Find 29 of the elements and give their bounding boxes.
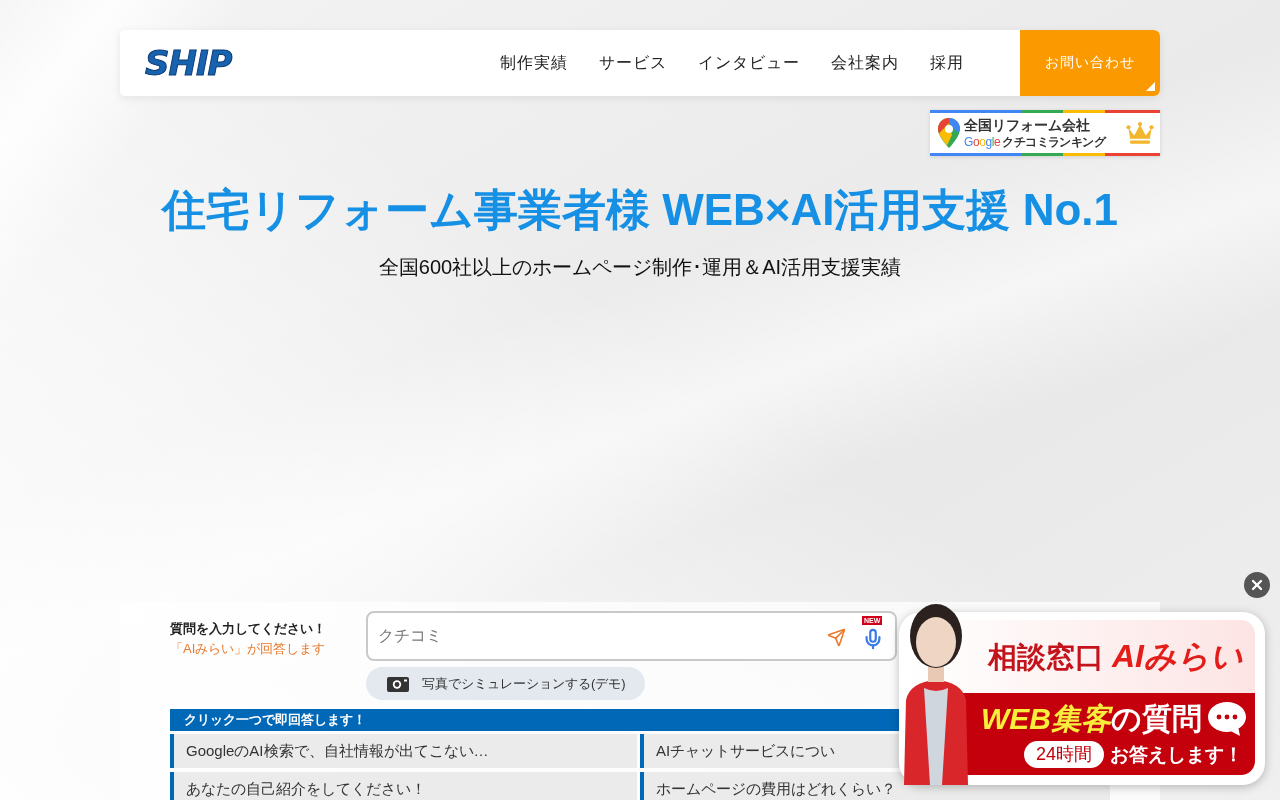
microphone-icon[interactable] xyxy=(862,628,884,650)
nav-link[interactable]: 採用 xyxy=(930,52,964,74)
banner-tagline: お答えします！ xyxy=(1110,742,1243,767)
camera-icon xyxy=(387,675,409,692)
chat-bubble-icon xyxy=(1207,701,1247,737)
badge-title: 全国リフォーム会社 xyxy=(964,116,1091,134)
send-icon[interactable] xyxy=(827,628,846,647)
nav-link[interactable]: インタビュー xyxy=(698,52,800,74)
quick-question[interactable]: GoogleのAI検索で、自社情報が出てこない… xyxy=(170,734,637,768)
close-icon xyxy=(1249,577,1265,593)
chat-note: 「AIみらい」が回答します xyxy=(170,640,327,658)
crown-icon xyxy=(1126,121,1154,145)
google-wordmark: Google xyxy=(964,134,1001,149)
map-pin-icon xyxy=(938,118,960,148)
quick-question[interactable]: あなたの自己紹介をしてください！ xyxy=(170,772,637,800)
close-button[interactable] xyxy=(1244,572,1270,598)
ranking-badge[interactable]: 全国リフォーム会社 Google クチコミランキング xyxy=(930,110,1160,156)
photo-simulation-button[interactable]: 写真でシミュレーションする(デモ) xyxy=(366,667,645,700)
chat-prompt: 質問を入力してください！ xyxy=(170,620,327,638)
nav-link[interactable]: 会社案内 xyxy=(831,52,899,74)
badge-subtitle: クチコミランキング xyxy=(1002,133,1105,150)
hero-headline: 住宅リフォーム事業者様 WEB×AI活用支援 No.1 xyxy=(160,184,1120,236)
nav-link[interactable]: 制作実績 xyxy=(500,52,568,74)
banner-title: 相談窓口 AIみらい xyxy=(987,636,1243,676)
site-logo[interactable]: SHIP xyxy=(145,46,232,80)
hero-subheadline: 全国600社以上のホームページ制作･運用＆AI活用支援実績 xyxy=(377,255,903,280)
nav-link[interactable]: サービス xyxy=(599,52,667,74)
hours-badge: 24時間 xyxy=(1023,741,1104,768)
corner-triangle-icon xyxy=(1146,82,1155,91)
